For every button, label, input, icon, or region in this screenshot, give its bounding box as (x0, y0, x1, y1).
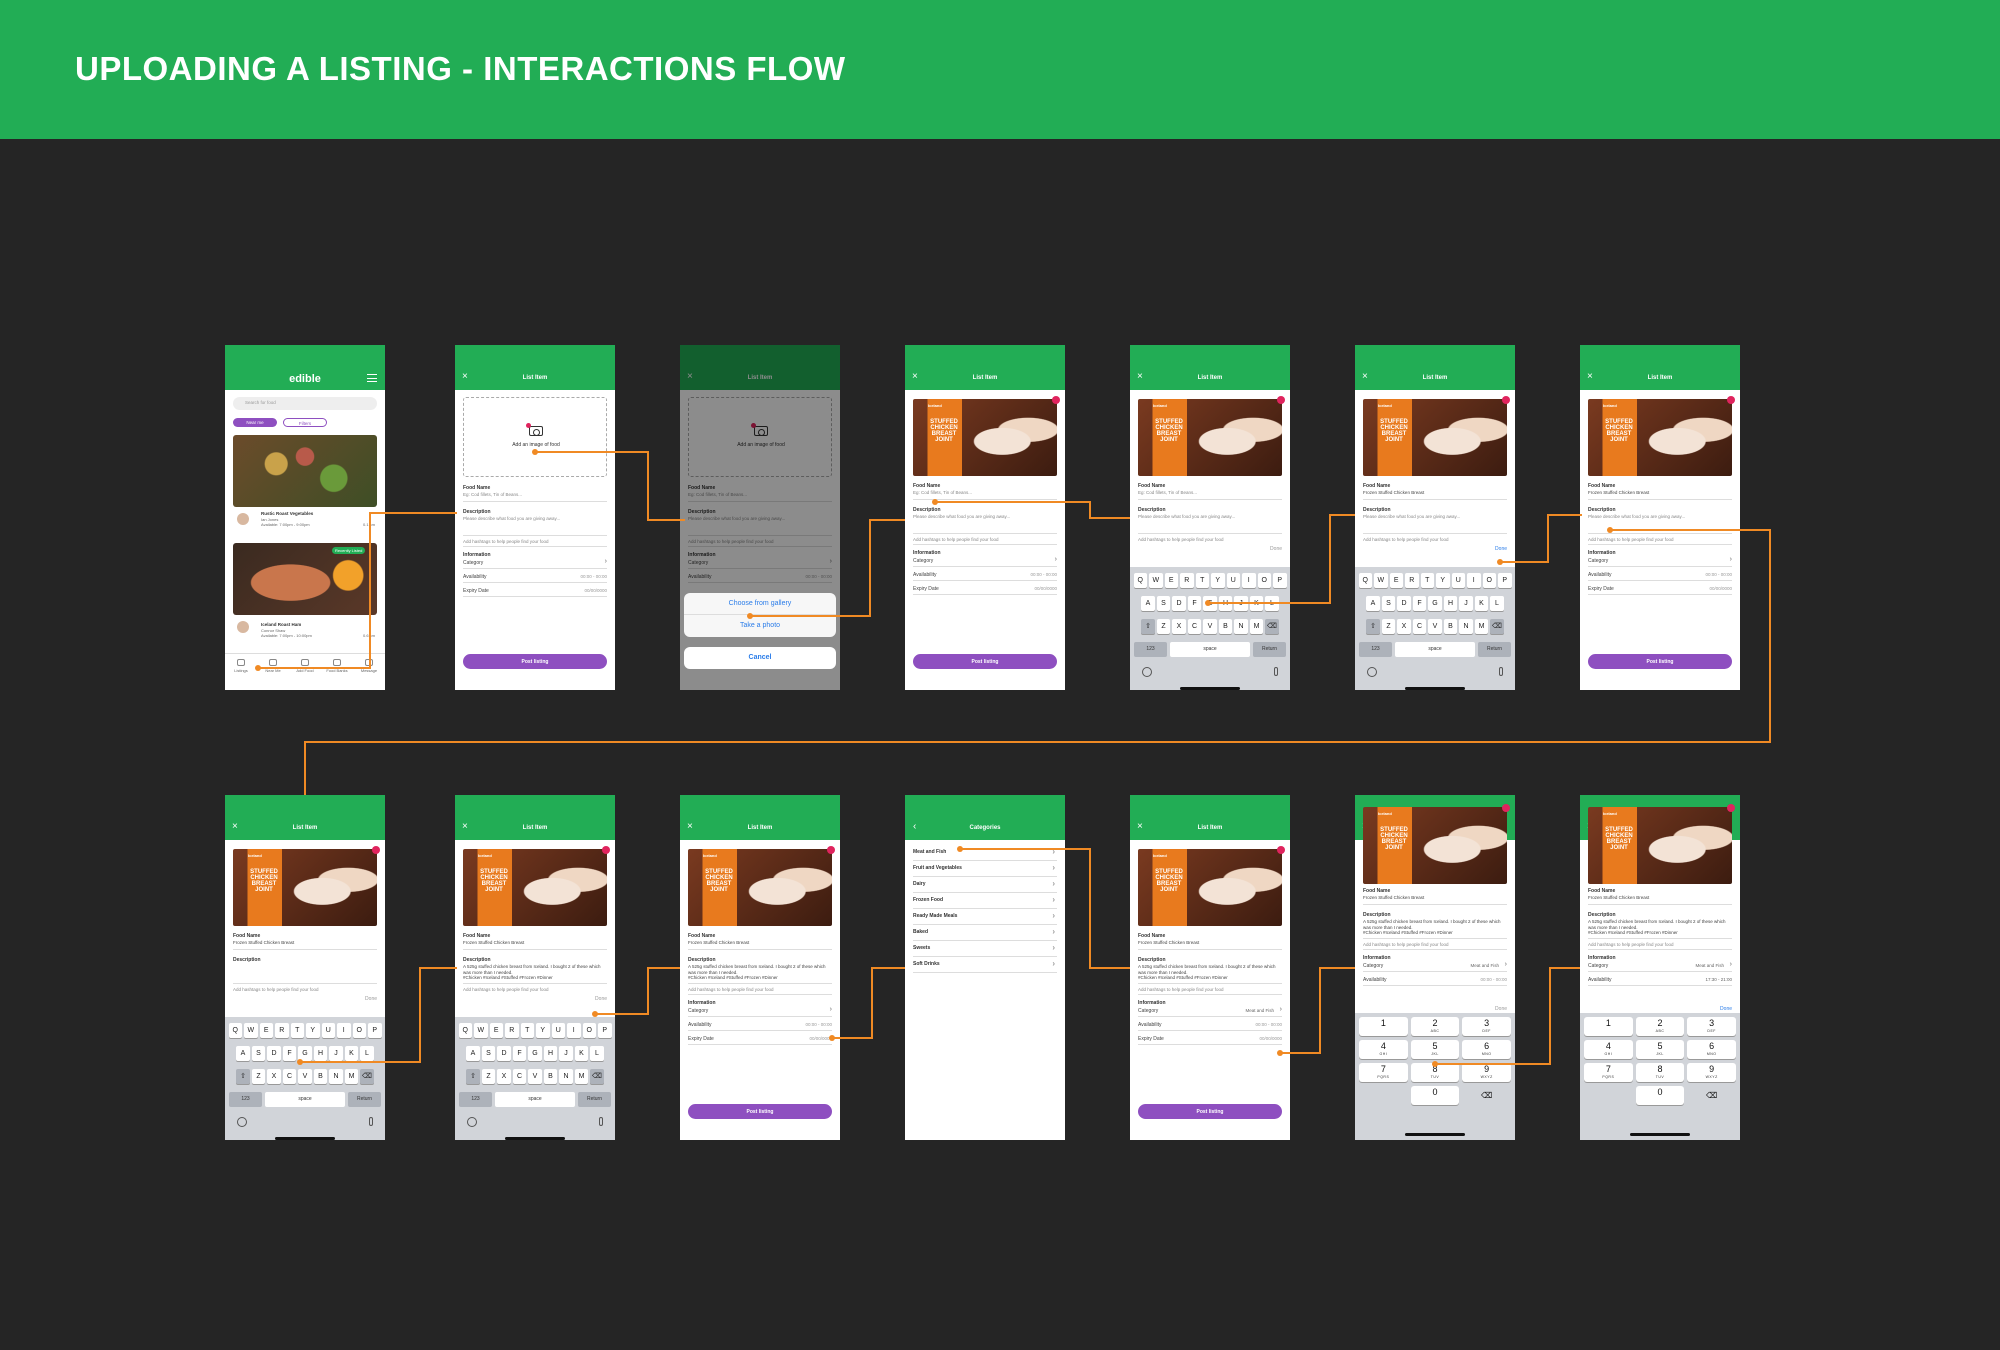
tap-point-marker (932, 499, 938, 505)
flow-connector (258, 512, 457, 669)
flow-connector (300, 967, 457, 1063)
tap-point-marker (1205, 600, 1211, 606)
tap-point-marker (1607, 527, 1613, 533)
flow-connector (1280, 967, 1355, 1054)
tap-point-marker (1497, 559, 1503, 565)
flow-connector (1208, 514, 1355, 604)
tap-point-marker (1277, 1050, 1283, 1056)
flow-connector (1435, 967, 1580, 1065)
flow-connector (935, 501, 1130, 519)
flow-connector (535, 451, 685, 521)
flow-connector (832, 967, 905, 1039)
tap-point-marker (957, 846, 963, 852)
tap-point-marker (1432, 1061, 1438, 1067)
flow-connector (304, 529, 1771, 795)
tap-point-marker (532, 449, 538, 455)
flow-connector (1500, 514, 1582, 563)
tap-point-marker (829, 1035, 835, 1041)
flow-connector (960, 848, 1130, 969)
tap-point-marker (255, 665, 261, 671)
tap-point-marker (747, 613, 753, 619)
tap-point-marker (592, 1011, 598, 1017)
tap-point-marker (297, 1059, 303, 1065)
flow-connector (595, 967, 680, 1015)
flow-connector (750, 519, 905, 617)
flow-connectors (255, 449, 1771, 1067)
